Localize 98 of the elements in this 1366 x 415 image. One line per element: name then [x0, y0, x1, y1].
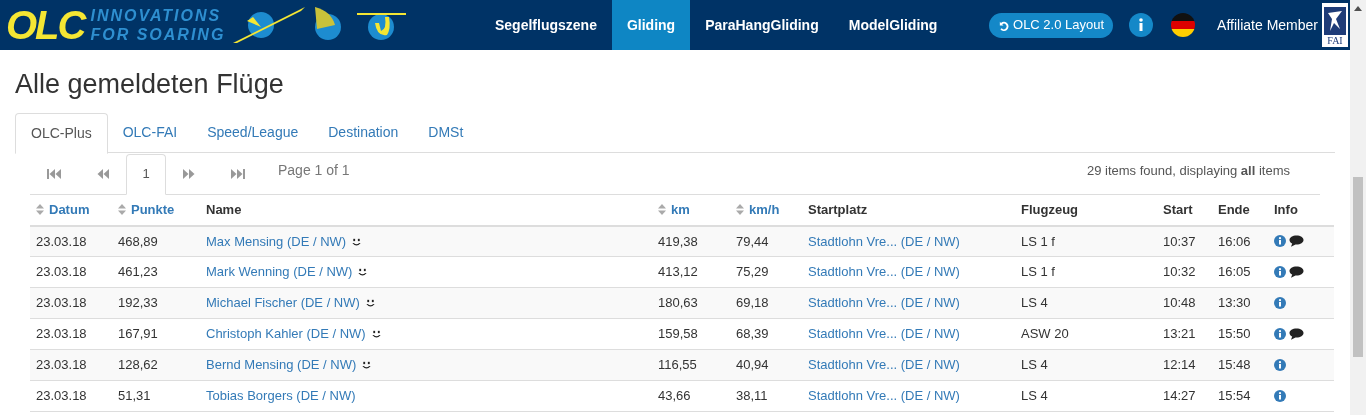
scrollbar[interactable] [1350, 0, 1366, 415]
table-cell: 69,18 [736, 295, 769, 311]
table-cell: 23.03.18 [36, 326, 87, 342]
tab[interactable]: OLC-FAI [107, 112, 193, 153]
table-cell: 413,12 [658, 264, 698, 280]
logo-text: OLC [6, 5, 85, 45]
pilot-link[interactable]: Max Mensing (DE / NW) [206, 233, 347, 249]
table-cell: LS 4 [1021, 388, 1048, 404]
last-page-icon[interactable] [230, 167, 246, 180]
info-icon[interactable] [1129, 13, 1154, 37]
column-header: Startplatz [808, 200, 868, 219]
airfield-link[interactable]: Stadtlohn Vre... (DE / NW) [808, 357, 960, 373]
table-cell: 15:54 [1218, 388, 1251, 404]
table-cell: 13:30 [1218, 295, 1251, 311]
column-header: Ende [1218, 200, 1250, 219]
table-cell: 128,62 [118, 357, 158, 373]
table-cell: 68,39 [736, 326, 769, 342]
table-cell: 23.03.18 [36, 357, 87, 373]
undo-icon [998, 19, 1010, 31]
table-cell: 16:05 [1218, 264, 1251, 280]
table-cell: 180,63 [658, 295, 698, 311]
speech-bubble-icon[interactable] [1289, 328, 1304, 340]
column-header: Name [206, 200, 242, 219]
table-cell: LS 4 [1021, 357, 1048, 373]
page-info: Page 1 of 1 [278, 160, 350, 180]
scroll-up-icon[interactable] [1354, 6, 1362, 11]
pilot-link[interactable]: Mark Wenning (DE / NW) [206, 264, 353, 280]
speech-bubble-icon[interactable] [1289, 235, 1304, 248]
flag-icon[interactable] [1171, 13, 1196, 37]
table-cell: 16:06 [1218, 233, 1251, 249]
table-cell: 10:32 [1163, 264, 1196, 280]
scrollbar-thumb[interactable] [1353, 177, 1363, 357]
table-cell: 13:21 [1163, 326, 1196, 342]
tagline: FOR SOARING [90, 25, 226, 44]
table-cell: 23.03.18 [36, 264, 87, 280]
table-cell: 14:27 [1163, 388, 1196, 404]
sort-icon[interactable] [658, 204, 666, 215]
table-cell: 15:50 [1218, 326, 1251, 342]
table-cell: 15:48 [1218, 357, 1251, 373]
table-cell: 38,11 [736, 388, 768, 404]
fai-text: FAI [1327, 35, 1343, 47]
first-page-icon[interactable] [46, 167, 62, 180]
table-cell: LS 1 f [1021, 233, 1055, 249]
table-cell: 468,89 [118, 233, 158, 249]
sort-icon[interactable] [36, 204, 44, 215]
nav-tab[interactable]: ParaHangGliding [690, 0, 834, 50]
table-cell: ASW 20 [1021, 326, 1069, 342]
tab[interactable]: Destination [313, 112, 414, 153]
airfield-link[interactable]: Stadtlohn Vre... (DE / NW) [808, 295, 960, 311]
table-cell: 10:48 [1163, 295, 1196, 311]
results-summary: 29 items found, displaying all items [1086, 162, 1291, 180]
column-header: Info [1274, 200, 1298, 219]
table-cell: 192,33 [118, 295, 158, 311]
pilot-link[interactable]: Bernd Mensing (DE / NW) [206, 357, 357, 373]
nav-tab[interactable]: Segelflugszene [480, 0, 612, 50]
airfield-link[interactable]: Stadtlohn Vre... (DE / NW) [808, 388, 960, 404]
table-cell: 167,91 [118, 326, 158, 342]
pilot-link[interactable]: Tobias Borgers (DE / NW) [206, 388, 356, 404]
tab[interactable]: OLC-Plus [15, 112, 108, 154]
table-cell: LS 1 f [1021, 264, 1055, 280]
column-header[interactable]: km [671, 199, 690, 220]
column-header: Start [1163, 200, 1193, 219]
layout-button[interactable]: OLC 2.0 Layout [989, 12, 1114, 38]
page-button[interactable]: 1 [126, 153, 166, 195]
speech-bubble-icon[interactable] [1289, 266, 1304, 278]
page-title: Alle gemeldeten Flüge [15, 68, 284, 101]
tab[interactable]: Speed/League [192, 112, 314, 153]
table-cell: 75,29 [736, 264, 769, 280]
table-cell: 116,55 [658, 357, 697, 373]
table-cell: 23.03.18 [36, 295, 87, 311]
airfield-link[interactable]: Stadtlohn Vre... (DE / NW) [808, 233, 960, 249]
airfield-link[interactable]: Stadtlohn Vre... (DE / NW) [808, 264, 960, 280]
nav-tab[interactable]: ModelGliding [833, 0, 953, 50]
column-header[interactable]: km/h [749, 199, 780, 220]
sort-icon[interactable] [118, 204, 126, 215]
airfield-link[interactable]: Stadtlohn Vre... (DE / NW) [808, 326, 960, 342]
table-cell: 79,44 [736, 233, 769, 249]
nav-tab[interactable]: Gliding [611, 0, 691, 50]
table-cell: 12:14 [1163, 357, 1196, 373]
column-header[interactable]: Datum [49, 199, 90, 220]
table-cell: 23.03.18 [36, 233, 87, 249]
table-cell: 23.03.18 [36, 388, 87, 404]
table-cell: 51,31 [118, 388, 151, 404]
column-header: Flugzeug [1021, 200, 1079, 219]
column-header[interactable]: Punkte [131, 199, 175, 220]
tagline: INNOVATIONS [90, 6, 223, 25]
sort-icon[interactable] [736, 204, 744, 215]
table-cell: 43,66 [658, 388, 691, 404]
table-cell: 10:37 [1163, 233, 1196, 249]
table-cell: LS 4 [1021, 295, 1048, 311]
pilot-link[interactable]: Michael Fischer (DE / NW) [206, 295, 360, 311]
pilot-link[interactable]: Christoph Kahler (DE / NW) [206, 326, 366, 342]
table-cell: 40,94 [736, 357, 769, 373]
affiliate-label: Affiliate Member [1217, 15, 1318, 35]
table-cell: 159,58 [658, 326, 698, 342]
table-cell: 419,38 [658, 233, 698, 249]
table-cell: 461,23 [118, 264, 158, 280]
tab[interactable]: DMSt [413, 112, 479, 153]
